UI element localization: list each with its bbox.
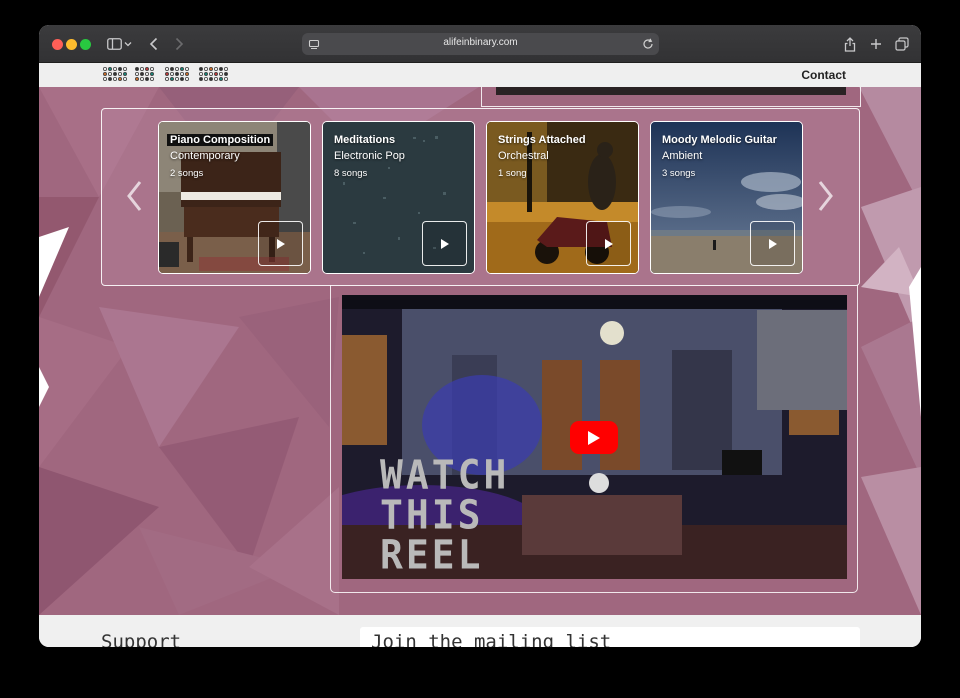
overlay-line: REEL — [380, 531, 484, 579]
playlist-song-count: 8 songs — [334, 168, 368, 179]
address-bar[interactable]: alifeinbinary.com — [302, 33, 659, 55]
playlist-song-count: 2 songs — [170, 168, 204, 179]
back-icon[interactable] — [145, 35, 163, 53]
chevron-down-icon[interactable] — [123, 35, 133, 53]
playlist-card[interactable]: Piano Composition Contemporary 2 songs — [158, 121, 311, 274]
browser-window: alifeinbinary.com Contact Piano Composit… — [39, 25, 921, 647]
close-window-button[interactable] — [52, 39, 63, 50]
share-icon[interactable] — [841, 35, 859, 53]
zoom-window-button[interactable] — [80, 39, 91, 50]
play-button[interactable] — [422, 221, 467, 266]
playlist-carousel: Piano Composition Contemporary 2 songs M… — [101, 108, 860, 286]
play-icon — [768, 238, 777, 249]
play-icon — [440, 238, 449, 249]
play-button[interactable] — [586, 221, 631, 266]
minimize-window-button[interactable] — [66, 39, 77, 50]
playlist-card[interactable]: Strings Attached Orchestral 1 song — [486, 121, 639, 274]
video-frame: WATCH THIS REEL — [330, 285, 858, 593]
new-tab-icon[interactable] — [867, 35, 885, 53]
sidebar-icon[interactable] — [105, 35, 123, 53]
play-icon — [276, 238, 285, 249]
hero-section: Piano Composition Contemporary 2 songs M… — [39, 87, 921, 615]
forward-icon[interactable] — [170, 35, 188, 53]
contact-link[interactable]: Contact — [801, 68, 846, 82]
mailing-list-panel: Join the mailing list — [360, 627, 860, 647]
youtube-play-button[interactable] — [570, 421, 618, 454]
playlist-song-count: 1 song — [498, 168, 527, 179]
playlist-title: Moody Melodic Guitar — [662, 134, 777, 146]
playlist-card[interactable]: Meditations Electronic Pop 8 songs — [322, 121, 475, 274]
playlist-title: Meditations — [334, 134, 396, 146]
site-logo[interactable] — [101, 65, 231, 85]
playlist-genre: Orchestral — [498, 150, 549, 162]
carousel-next-arrow-icon[interactable] — [814, 179, 836, 213]
browser-toolbar: alifeinbinary.com — [39, 25, 921, 63]
reload-icon[interactable] — [641, 37, 655, 51]
carousel-prev-arrow-icon[interactable] — [124, 179, 146, 213]
playlist-title: Strings Attached — [498, 134, 586, 146]
support-heading: Support — [101, 631, 182, 647]
playlist-genre: Ambient — [662, 150, 703, 162]
play-button[interactable] — [258, 221, 303, 266]
overlay-line: WATCH — [380, 451, 510, 499]
tabs-overview-icon[interactable] — [893, 35, 911, 53]
video-overlay-text: WATCH THIS REEL — [380, 451, 510, 579]
play-icon — [588, 430, 600, 445]
web-page: Contact Piano Composition Contemporary 2… — [39, 63, 921, 647]
playlist-song-count: 3 songs — [662, 168, 696, 179]
playlist-title: Piano Composition — [167, 134, 274, 146]
footer-section: Support Join the mailing list — [39, 615, 921, 647]
top-media-frame — [481, 87, 861, 107]
play-button[interactable] — [750, 221, 795, 266]
playlist-card[interactable]: Moody Melodic Guitar Ambient 3 songs — [650, 121, 803, 274]
url-text: alifeinbinary.com — [443, 37, 518, 48]
site-header: Contact — [39, 63, 921, 87]
mailing-list-heading: Join the mailing list — [371, 631, 612, 647]
play-icon — [604, 238, 613, 249]
overlay-line: THIS — [380, 491, 484, 539]
playlist-genre: Electronic Pop — [334, 150, 405, 162]
youtube-video-embed[interactable]: WATCH THIS REEL — [342, 295, 847, 579]
playlist-genre: Contemporary — [170, 150, 240, 162]
